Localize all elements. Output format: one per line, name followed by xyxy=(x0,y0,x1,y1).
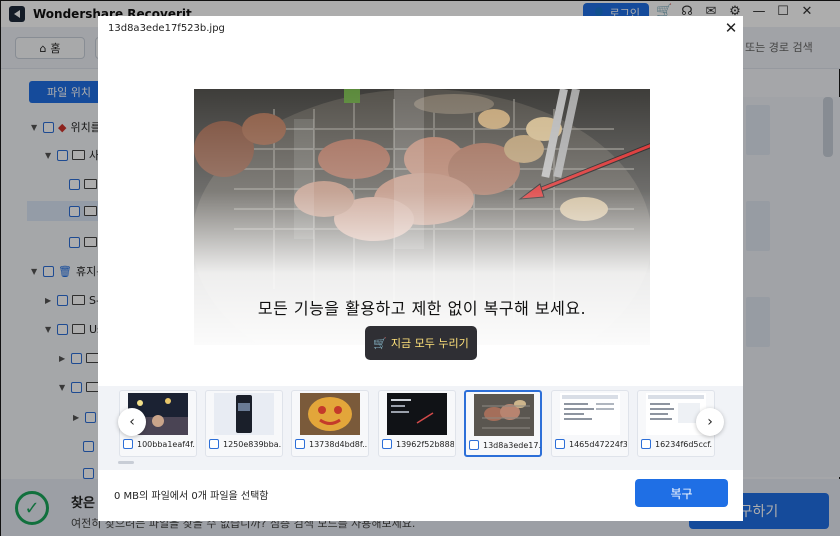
thumbnail-caption: 100bba1eaf4f... xyxy=(123,439,195,449)
thumbnail-item[interactable]: 13738d4bd8f... xyxy=(291,390,369,457)
thumbnail-name: 13d8a3ede17... xyxy=(483,440,541,450)
strip-scrollbar[interactable] xyxy=(118,461,134,464)
preview-modal: 13d8a3ede17f523b.jpg ✕ 모든 기능을 활용하고 제한 없이… xyxy=(98,16,743,521)
thumbnail-image xyxy=(560,393,620,435)
thumbnail-image xyxy=(300,393,360,435)
cart-icon: 🛒 xyxy=(373,336,387,350)
recover-button[interactable]: 복구 xyxy=(635,479,728,507)
close-icon[interactable]: ✕ xyxy=(724,20,738,36)
thumbnail-checkbox[interactable] xyxy=(295,439,305,449)
thumbnail-image xyxy=(214,393,274,435)
thumbnail-name: 16234f6d5ccf... xyxy=(655,439,713,449)
thumbnail-caption: 1465d47224f3... xyxy=(555,439,627,449)
thumbnail-name: 13962f52b888... xyxy=(396,439,454,449)
thumbnail-checkbox[interactable] xyxy=(469,440,479,450)
thumbnail-item[interactable]: 1465d47224f3... xyxy=(551,390,629,457)
thumbnail-caption: 16234f6d5ccf... xyxy=(641,439,713,449)
thumbnail-name: 1465d47224f3... xyxy=(569,439,627,449)
thumbnail-item[interactable]: 13962f52b888... xyxy=(378,390,456,457)
thumbnail-name: 100bba1eaf4f... xyxy=(137,439,195,449)
thumbnail-caption: 13738d4bd8f... xyxy=(295,439,367,449)
upsell-message: 모든 기능을 활용하고 제한 없이 복구해 보세요. xyxy=(257,299,587,318)
preview-filename: 13d8a3ede17f523b.jpg xyxy=(108,23,225,34)
thumbnail-checkbox[interactable] xyxy=(555,439,565,449)
thumbnail-name: 1250e839bba... xyxy=(223,439,281,449)
thumbnail-checkbox[interactable] xyxy=(209,439,219,449)
thumbnail-image xyxy=(387,393,447,435)
thumbnail-caption: 13d8a3ede17... xyxy=(469,440,541,450)
thumbnail-checkbox[interactable] xyxy=(382,439,392,449)
thumbnail-checkbox[interactable] xyxy=(123,439,133,449)
thumbnail-item[interactable]: 1250e839bba... xyxy=(205,390,283,457)
selection-status: 0 MB의 파일에서 0개 파일을 선택함 xyxy=(114,491,269,502)
unlock-all-button[interactable]: 🛒 지금 모두 누리기 xyxy=(365,326,477,360)
thumbnail-caption: 13962f52b888... xyxy=(382,439,454,449)
thumbnail-checkbox[interactable] xyxy=(641,439,651,449)
thumbnail-image xyxy=(474,394,534,436)
prev-arrow-icon[interactable]: ‹ xyxy=(118,408,146,436)
unlock-all-label: 지금 모두 누리기 xyxy=(390,337,469,350)
thumbnail-name: 13738d4bd8f... xyxy=(309,439,367,449)
next-arrow-icon[interactable]: › xyxy=(696,408,724,436)
thumbnail-caption: 1250e839bba... xyxy=(209,439,281,449)
thumbnail-item-active[interactable]: 13d8a3ede17... xyxy=(464,390,542,457)
